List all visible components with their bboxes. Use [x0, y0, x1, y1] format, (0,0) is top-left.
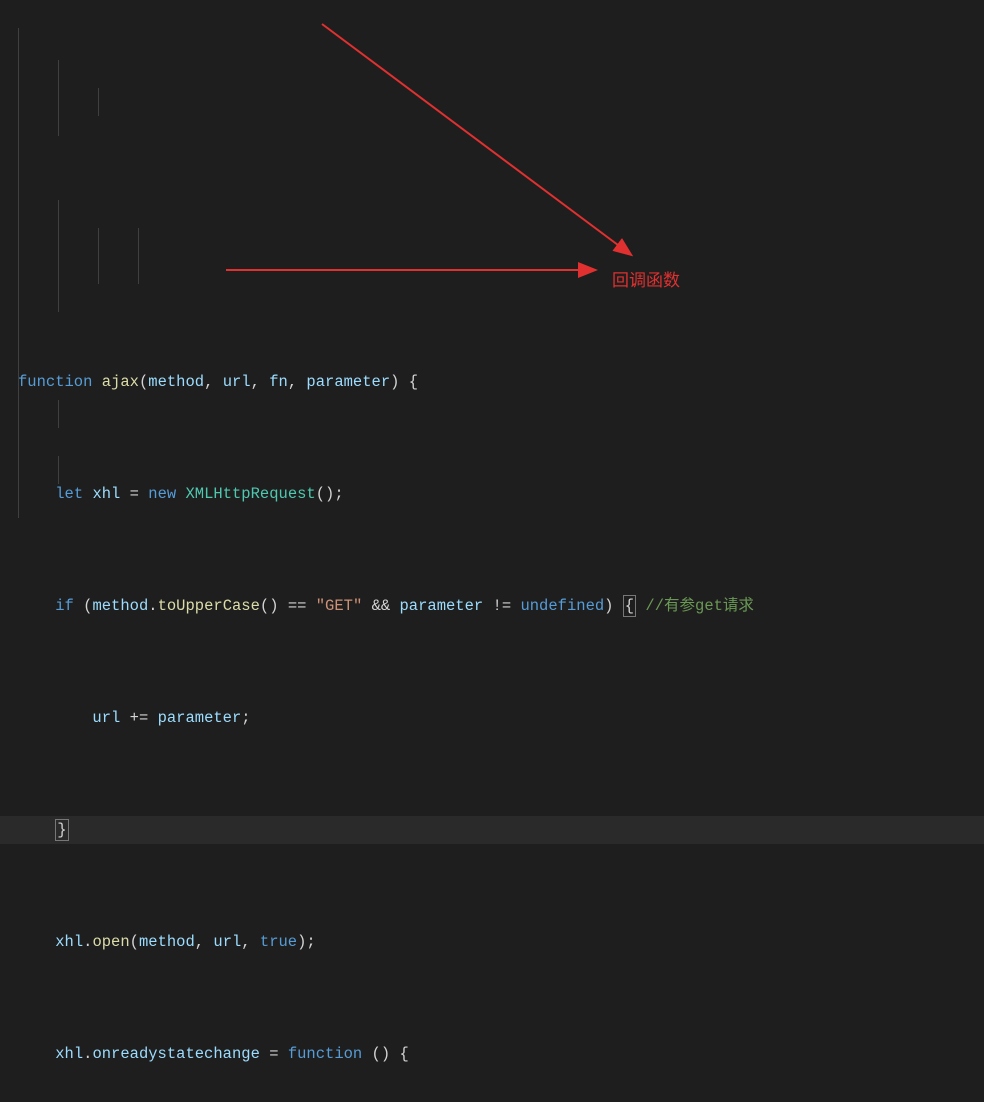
code-line-current: }: [0, 816, 984, 844]
code-line: xhl.onreadystatechange = function () {: [0, 1040, 984, 1068]
code-line: function ajax(method, url, fn, parameter…: [0, 368, 984, 396]
code-line: url += parameter;: [0, 704, 984, 732]
code-line: let xhl = new XMLHttpRequest();: [0, 480, 984, 508]
code-line: xhl.open(method, url, true);: [0, 928, 984, 956]
code-editor[interactable]: function ajax(method, url, fn, parameter…: [0, 0, 984, 1102]
code-line: if (method.toUpperCase() == "GET" && par…: [0, 592, 984, 620]
